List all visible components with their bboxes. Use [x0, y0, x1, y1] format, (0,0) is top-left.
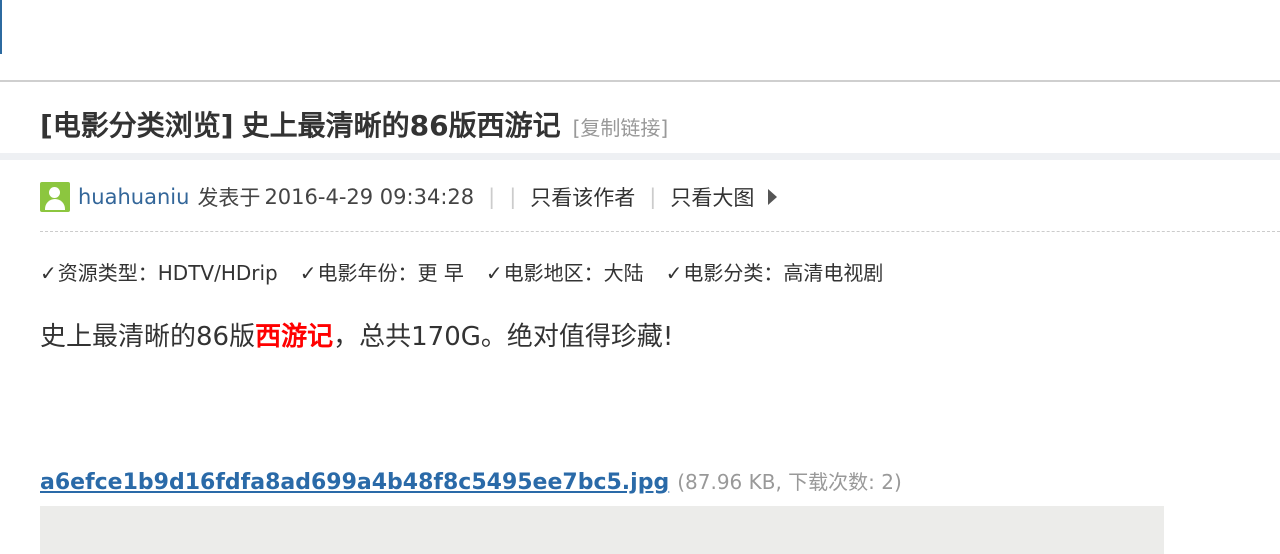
attachment-info: (87.96 KB, 下载次数: 2): [677, 470, 902, 494]
only-author-link[interactable]: 只看该作者: [530, 182, 635, 212]
posted-label: 发表于: [197, 186, 261, 210]
content-text-before: 史上最清晰的86版: [40, 322, 256, 352]
resource-meta-row: ✓资源类型：HDTV/HDrip ✓电影年份：更 早 ✓电影地区：大陆 ✓电影分…: [40, 256, 905, 286]
content-text-after: ，总共170G。绝对值得珍藏!: [333, 322, 674, 352]
thread-title-row: [电影分类浏览] 史上最清晰的86版西游记 [复制链接]: [40, 104, 668, 150]
section-band: [0, 153, 1280, 160]
triangle-right-icon[interactable]: [768, 189, 778, 205]
checkmark-icon: ✓: [485, 260, 503, 285]
content-highlight: 西游记: [255, 322, 334, 352]
divider: |: [649, 185, 657, 209]
post-content: 史上最清晰的86版西游记，总共170G。绝对值得珍藏!: [40, 316, 673, 356]
only-images-link[interactable]: 只看大图: [670, 182, 754, 212]
post-author-bar: huahuaniu 发表于 2016-4-29 09:34:28 | | 只看该…: [40, 180, 778, 214]
header-divider: [0, 80, 1280, 82]
checkmark-icon: ✓: [299, 260, 317, 285]
attachment-link[interactable]: a6efce1b9d16fdfa8ad699a4b48f8c5495ee7bc5…: [40, 470, 669, 495]
forum-thread-page: [电影分类浏览] 史上最清晰的86版西游记 [复制链接] huahuaniu 发…: [0, 0, 1280, 554]
attachment-row: a6efce1b9d16fdfa8ad699a4b48f8c5495ee7bc5…: [40, 466, 902, 498]
meta-resource-type: ✓资源类型：HDTV/HDrip: [40, 260, 278, 285]
left-edge-mark: [0, 0, 2, 54]
checkmark-icon: ✓: [40, 260, 57, 285]
posted-time: 2016-4-29 09:34:28: [264, 185, 475, 209]
author-link[interactable]: huahuaniu: [78, 185, 189, 209]
thread-category[interactable]: [电影分类浏览]: [40, 104, 234, 144]
meta-movie-year: ✓电影年份：更 早: [299, 260, 464, 285]
default-avatar-icon[interactable]: [40, 182, 70, 212]
meta-movie-region: ✓电影地区：大陆: [485, 260, 644, 285]
copy-link-button[interactable]: [复制链接]: [573, 112, 669, 141]
meta-movie-category: ✓电影分类：高清电视剧: [665, 260, 884, 285]
divider: |: [488, 185, 496, 209]
thread-title: 史上最清晰的86版西游记: [241, 109, 561, 142]
attachment-image[interactable]: [40, 506, 1164, 554]
dashed-divider: [40, 231, 1280, 232]
checkmark-icon: ✓: [665, 260, 683, 285]
divider: |: [509, 185, 517, 209]
